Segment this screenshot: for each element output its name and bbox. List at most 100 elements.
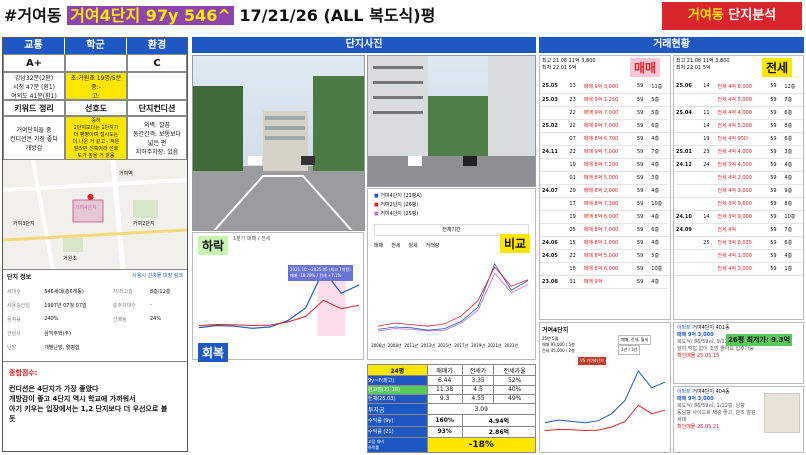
rent-floor: 12층 [782, 80, 803, 94]
rent-row[interactable]: 24.10 14 전세 3억 9,000 59 10층 [674, 210, 803, 224]
sale-row[interactable]: 19 매매 8억 7,200 59 4층 [540, 158, 670, 172]
sale-area: 59 [634, 119, 650, 133]
sale-area: 59 [634, 249, 650, 263]
ct-return1-label: 수익률 (9y) [367, 414, 428, 427]
sale-date: 23.08 [540, 275, 568, 289]
compare-x-tick: 2015년 [438, 342, 452, 348]
complex-val: - [149, 302, 152, 308]
sale-row[interactable]: 24.06 15 매매 8억 1,000 59 4층 [540, 236, 670, 250]
compare-x-tick: 2019년 [471, 342, 485, 348]
rent-row[interactable]: 24.09 전세 4억 59 7층 [674, 223, 803, 237]
compare-tab[interactable]: 월세 [408, 242, 417, 249]
sale-row[interactable]: 25.03 23 매매 9억 1,250 59 5층 [540, 93, 670, 107]
mini-chart-svg [544, 370, 666, 432]
compare-tab[interactable]: 거래량 [426, 242, 440, 249]
ct-cell: 4.55 [461, 393, 495, 404]
complex-photo-2[interactable] [367, 55, 536, 187]
ct-return2-label: 수익률 (21) [367, 425, 428, 439]
sale-date: 25.03 [540, 93, 568, 107]
sale-row[interactable]: 17 매매 8억 7,300 59 10층 [540, 197, 670, 211]
rent-row[interactable]: 전세 4억 3,000 59 1층 [674, 262, 803, 276]
complex-photo-1[interactable] [192, 55, 365, 231]
sale-row[interactable]: 07 매매 8억 6,700 59 4층 [540, 132, 670, 146]
sale-row[interactable]: 18 매매 8억 6,000 59 10층 [540, 262, 670, 276]
rent-date [674, 93, 702, 107]
sale-date [540, 223, 568, 237]
listing2-desc: 복도식/ 86/59㎡, 1/12층, 남향 동남향 사이드로 채광 좋고, 관… [677, 403, 756, 423]
mini-chart-tab[interactable]: 1년 / 3년 [618, 345, 641, 355]
sale-row[interactable]: 24.05 22 매매 8억 5,000 59 5층 [540, 249, 670, 263]
compare-legend-item[interactable]: ■ 거여4단지 (21평A) [374, 192, 529, 201]
rent-area: 59 [768, 171, 783, 185]
sale-price: 매매 8억 5,000 [581, 171, 635, 185]
sale-area: 59 [634, 80, 650, 94]
rent-area: 59 [768, 93, 783, 107]
sale-row[interactable]: 22 매매 9억 7,000 59 5층 [540, 106, 670, 120]
rent-date: 24.12 [674, 158, 702, 172]
sale-day: 13 [567, 80, 582, 94]
sale-day: 29 [567, 184, 582, 198]
rent-day: 11 [701, 106, 716, 120]
price-trend-svg [198, 266, 360, 336]
location-map[interactable]: 거여4단지 거여역 거원초 거여2단지 거여3단지 ● [3, 160, 187, 270]
complex-info-link[interactable]: 사용시 건축물 대장 링크 [132, 272, 183, 281]
rent-row[interactable]: 24.12 24 전세 3억 4,000 59 4층 [674, 158, 803, 172]
rent-floor: 4층 [782, 158, 803, 172]
rent-area: 59 [768, 197, 783, 211]
rent-row[interactable]: 전세 4억 3,000 59 9층 [674, 184, 803, 198]
sale-row[interactable]: 24.07 29 매매 8억 2,000 59 4층 [540, 184, 670, 198]
compare-legend-item[interactable]: ■ 거여4단지 (25평) [374, 210, 529, 219]
compare-legend-label: 거여4단지 (25평) [380, 211, 419, 217]
rent-area: 59 [768, 119, 783, 133]
rent-row[interactable]: 25 전세 3억 8,035 59 6층 [674, 236, 803, 250]
rent-row[interactable]: 14 전세 4억 5,000 59 8층 [674, 119, 803, 133]
sale-floor: 4층 [649, 158, 670, 172]
rent-date: 25.04 [674, 106, 702, 120]
recover-stamp: 회복 [198, 343, 229, 362]
sale-floor: 4층 [649, 132, 670, 146]
rent-day: 23 [701, 145, 716, 159]
rent-row[interactable]: 25.06 14 전세 4억 8,000 59 12층 [674, 80, 803, 94]
ct-cell: 11.38 [426, 384, 463, 395]
sale-date [540, 210, 568, 224]
sale-floor: 5층 [649, 93, 670, 107]
sale-list[interactable]: 최고 21.08 11억 3,800 최저 22.01 5억 매매 25.05 1… [539, 55, 671, 320]
compare-tab[interactable]: 매매 [374, 242, 383, 249]
ct-invest-value: 3.09 [426, 402, 537, 416]
rent-area: 59 [768, 132, 783, 146]
rent-row[interactable]: 전세 4억 5,000 59 7층 [674, 93, 803, 107]
sale-stamp: 매매 [630, 58, 661, 77]
rent-stamp: 전세 [762, 58, 793, 77]
rent-row[interactable]: 25.04 11 전세 4억 4,000 59 6층 [674, 106, 803, 120]
sale-row[interactable]: 01 매매 8억 5,000 59 3층 [540, 171, 670, 185]
sale-row[interactable]: 19 매매 8억 8,000 59 4층 [540, 210, 670, 224]
rent-row[interactable]: 25.01 23 전세 4억 4,000 59 3층 [674, 145, 803, 159]
sale-floor: 6층 [649, 119, 670, 133]
compare-legend-item[interactable]: ■ 거여2단지 (26평) [374, 201, 529, 210]
environment-detail [127, 72, 187, 100]
ct-cell: 40% [493, 384, 536, 395]
listing-card-1[interactable]: 아파트 거여4단지 401동 매매 9억 3,000 복도식/ 86/59㎡, … [673, 322, 804, 384]
map-label-station: 거여역 [119, 171, 133, 177]
rent-row[interactable]: 전세 3억 9,600 59 8층 [674, 197, 803, 211]
rent-row[interactable]: 19 전세 4억 95D 59 6층 [674, 132, 803, 146]
mini-chart-tab[interactable]: 매매, 전세, 월세 [618, 335, 652, 345]
sale-day: 31 [567, 275, 582, 289]
sale-price: 매매 8억 7,200 [581, 158, 635, 172]
rent-row[interactable]: 전세 4억 2,000 59 4층 [674, 171, 803, 185]
sale-row[interactable]: 23.08 31 매매 9억 59 4층 [540, 275, 670, 289]
photo-1-svg [193, 76, 364, 230]
sale-area: 59 [634, 262, 650, 276]
listing-card-2[interactable]: 아파트 거여4단지 404동 매매 9억 3,000 복도식/ 86/59㎡, … [673, 386, 804, 453]
sale-day: 17 [567, 197, 582, 211]
traffic-detail: 강남32분(2환) 시청 47분 (환1) 여의도 41분(환1) [3, 72, 65, 100]
rent-list[interactable]: 최고 21.08 11억 3,800 최저 22.01 5억 전세 25.06 1… [673, 55, 804, 320]
sale-row[interactable]: 24.11 22 매매 9억 7,000 59 7층 [540, 145, 670, 159]
sale-row[interactable]: 25.02 22 매매 9억 7,000 59 6층 [540, 119, 670, 133]
sale-row[interactable]: 25.05 13 매매 9억 3,000 59 11층 [540, 80, 670, 94]
rent-row[interactable]: 전세 4억 1,000 59 4층 [674, 249, 803, 263]
title-prefix: #거여동 [4, 6, 62, 25]
compare-tab[interactable]: 전세 [391, 242, 400, 249]
sale-row[interactable]: 05 매매 8억 7,000 59 6층 [540, 223, 670, 237]
sale-day: 19 [567, 158, 582, 172]
